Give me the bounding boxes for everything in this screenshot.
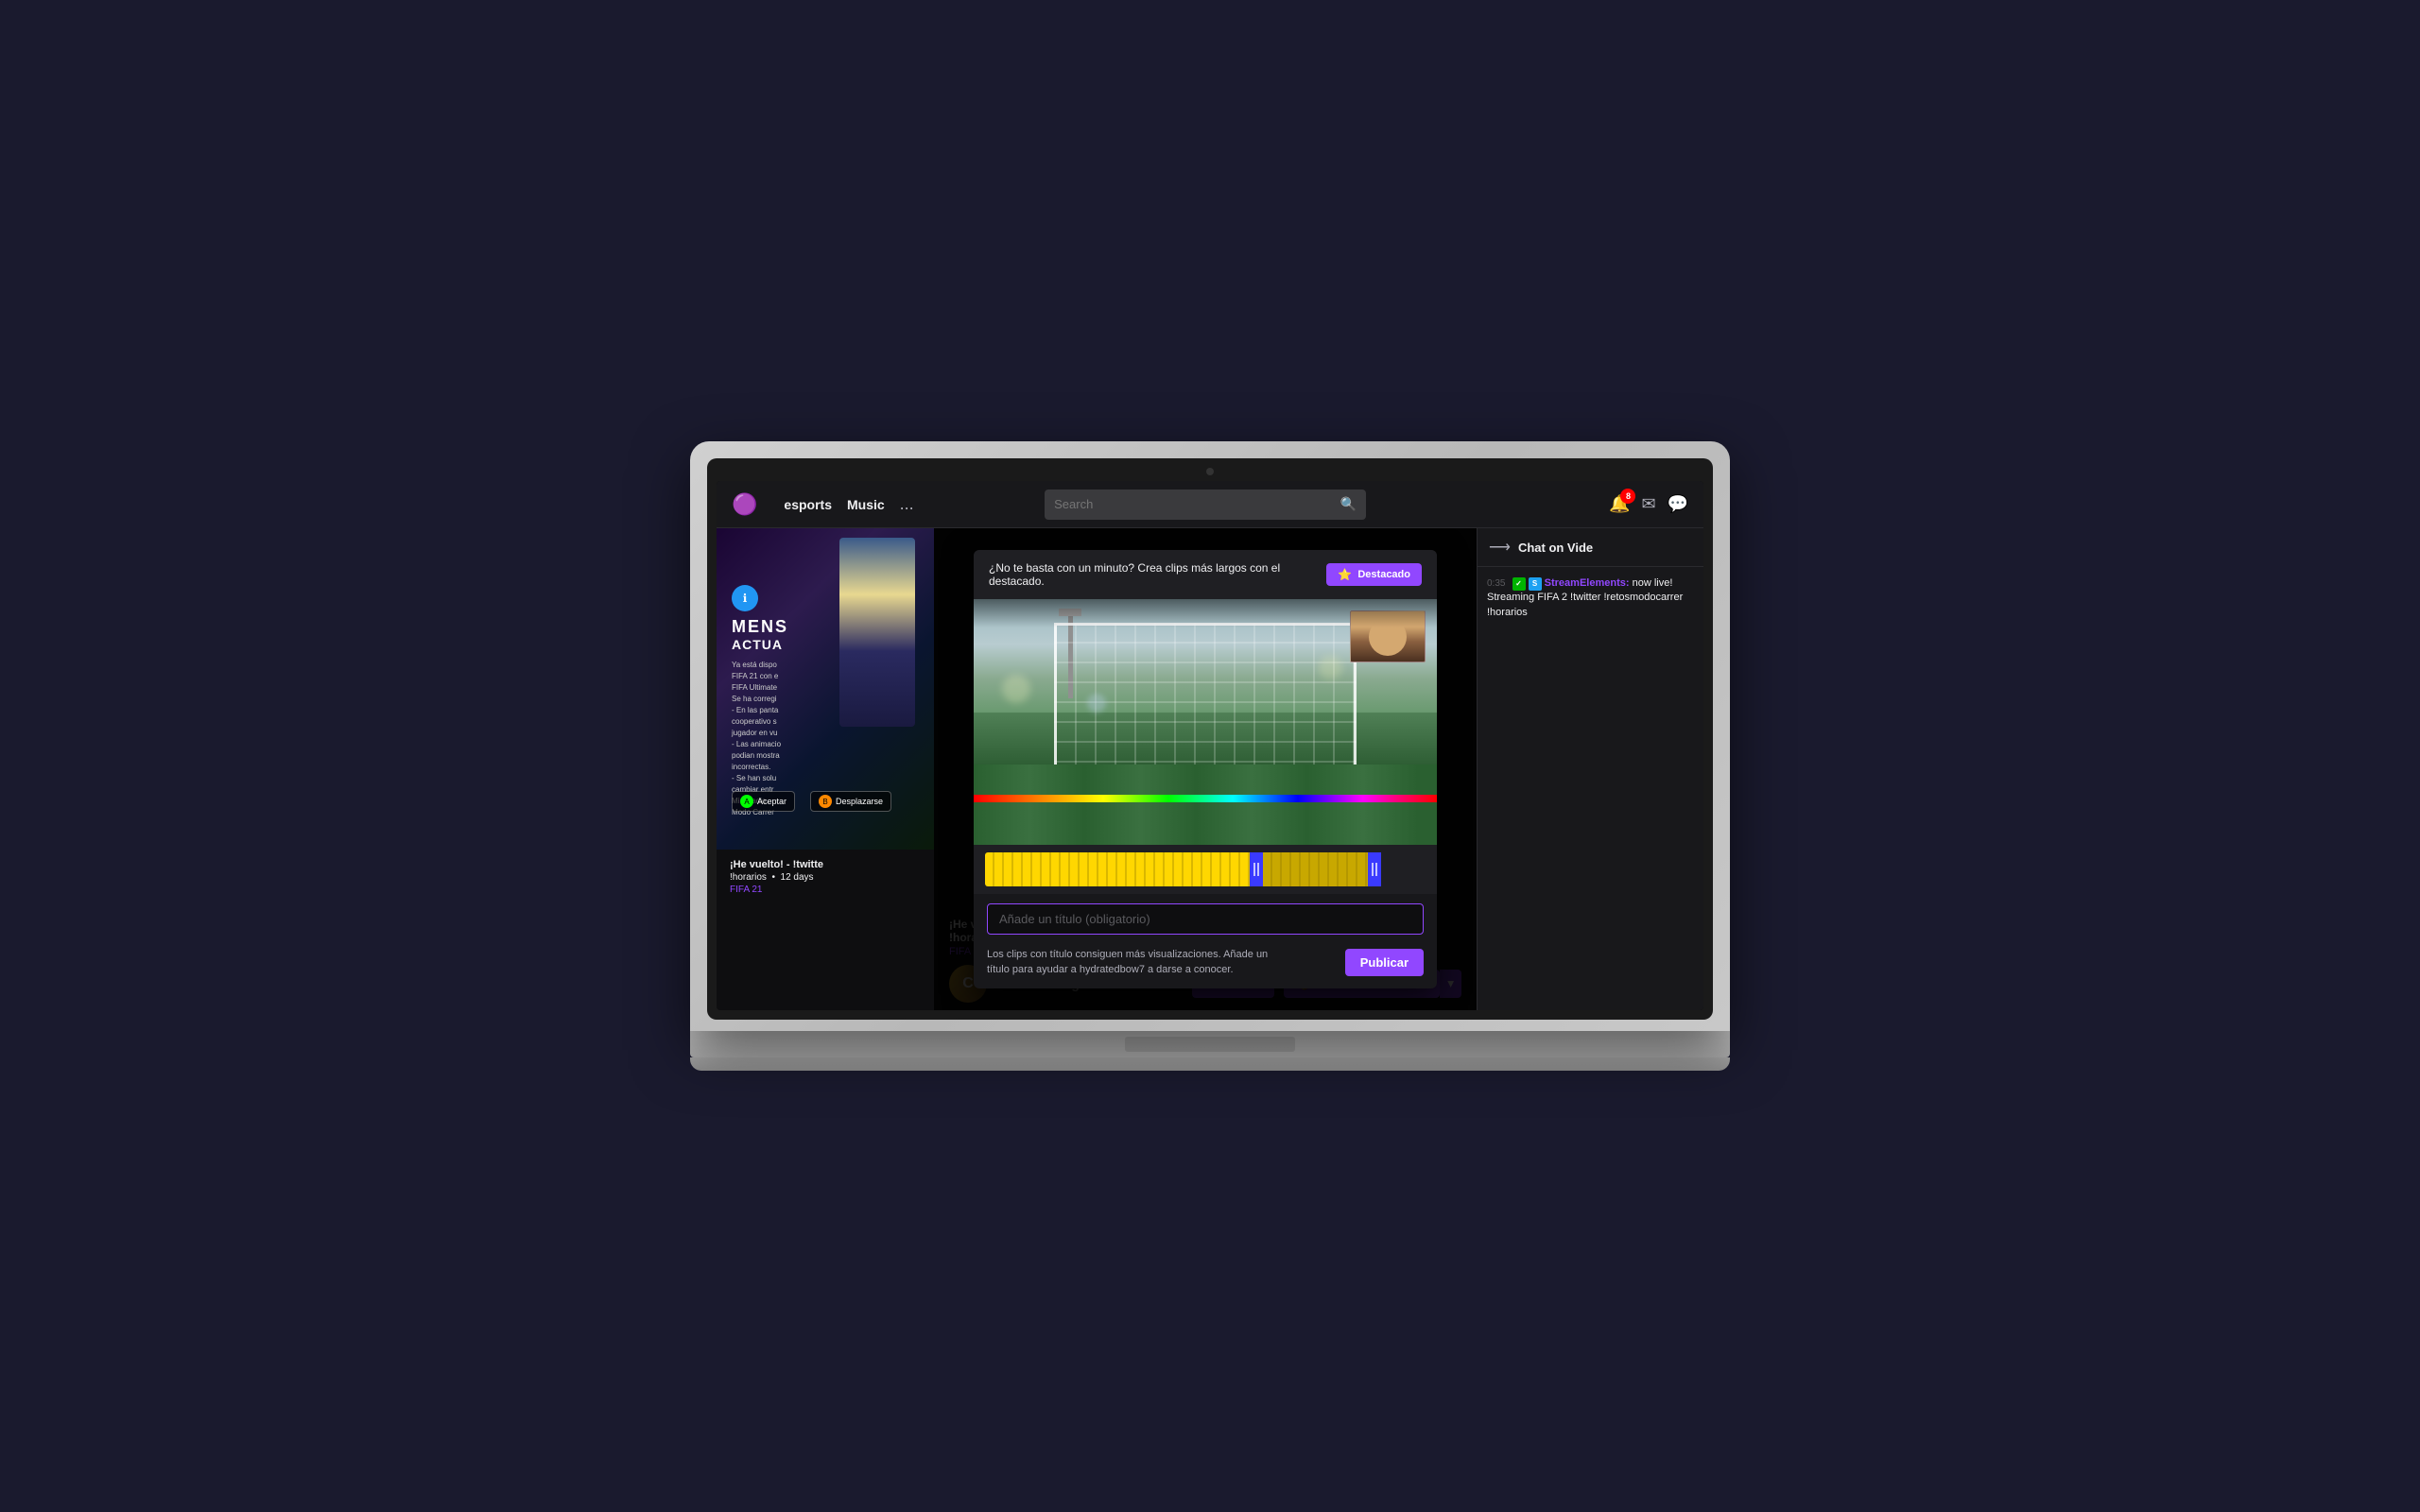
overlay-title: MENS — [732, 617, 788, 637]
clip-title-section — [974, 894, 1437, 940]
overlay-icon: ℹ — [732, 585, 758, 611]
nav-link-esports[interactable]: esports — [784, 497, 832, 512]
overlay-subtitle: ACTUA — [732, 637, 788, 652]
rainbow-bar — [974, 795, 1437, 802]
laptop-bottom — [690, 1057, 1730, 1071]
move-control-btn[interactable]: B Desplazarse — [810, 791, 891, 812]
stream-elements-badge-green: ✓ — [1512, 577, 1526, 591]
timeline-handle-right[interactable] — [1368, 852, 1381, 886]
sidebar-stream-subtitle: !horarios • 12 days — [730, 872, 921, 883]
sidebar-stream-title: ¡He vuelto! - !twitte — [730, 859, 921, 870]
whispers-button[interactable]: 💬 — [1668, 494, 1688, 514]
clip-publish-hint: Los clips con título consiguen más visua… — [987, 948, 1270, 977]
video-dark-overlay — [974, 599, 1437, 627]
clip-title-input[interactable] — [987, 903, 1424, 935]
timeline-handle-left[interactable] — [1250, 852, 1263, 886]
clip-modal: ¿No te basta con un minuto? Crea clips m… — [974, 550, 1437, 988]
laptop-screen-bezel: 🟣 esports Music ... 🔍 🔔 — [707, 458, 1713, 1020]
destacado-label: Destacado — [1357, 569, 1410, 580]
chat-message: 0:35 ✓ S StreamElements: now live! Strea… — [1487, 576, 1694, 620]
twitch-app: 🟣 esports Music ... 🔍 🔔 — [717, 481, 1703, 1010]
timeline-yellow-left — [985, 852, 1250, 886]
overlay-icon-label: ℹ — [743, 592, 748, 605]
left-sidebar: ℹ MENS ACTUA Ya está dispoFIFA 21 con eF… — [717, 528, 934, 1010]
player-figure — [839, 538, 915, 727]
laptop-screen: 🟣 esports Music ... 🔍 🔔 — [717, 481, 1703, 1010]
nav-more-button[interactable]: ... — [900, 494, 914, 514]
top-nav: 🟣 esports Music ... 🔍 🔔 — [717, 481, 1703, 528]
main-area: ℹ MENS ACTUA Ya está dispoFIFA 21 con eF… — [717, 528, 1703, 1010]
chat-message-time: 0:35 — [1487, 578, 1505, 589]
nav-actions: 🔔 8 ✉ 💬 — [1609, 494, 1688, 514]
timeline-selected — [1263, 852, 1369, 886]
clip-video-area — [974, 599, 1437, 845]
accept-label: Aceptar — [757, 797, 786, 806]
accept-control-btn[interactable]: A Aceptar — [732, 791, 795, 812]
chat-title: Chat on Vide — [1518, 541, 1593, 555]
chat-header: ⟶ Chat on Vide — [1478, 528, 1703, 567]
inbox-button[interactable]: ✉ — [1641, 494, 1655, 514]
notification-badge: 8 — [1620, 489, 1635, 504]
move-circle-icon: B — [819, 795, 832, 808]
laptop-trackpad — [1125, 1037, 1295, 1052]
move-label: Desplazarse — [836, 797, 883, 806]
stream-preview-bg: ℹ MENS ACTUA Ya está dispoFIFA 21 con eF… — [717, 528, 934, 850]
player-silhouette — [839, 538, 915, 727]
clip-timeline — [974, 845, 1437, 894]
clip-modal-header: ¿No te basta con un minuto? Crea clips m… — [974, 550, 1437, 599]
laptop-base — [690, 1031, 1730, 1057]
stream-overlay-text: ℹ MENS ACTUA Ya está dispoFIFA 21 con eF… — [732, 585, 788, 818]
laptop-camera — [1206, 468, 1214, 475]
laptop-shell: 🟣 esports Music ... 🔍 🔔 — [690, 441, 1730, 1071]
stream-preview: ℹ MENS ACTUA Ya está dispoFIFA 21 con eF… — [717, 528, 934, 1010]
clip-header-text: ¿No te basta con un minuto? Crea clips m… — [989, 561, 1326, 588]
destacado-icon: ⭐ — [1338, 568, 1352, 581]
clip-publish-row: Los clips con título consiguen más visua… — [974, 940, 1437, 988]
sidebar-stream-game: FIFA 21 — [730, 885, 921, 895]
notifications-button[interactable]: 🔔 8 — [1609, 494, 1630, 514]
timeline-bar — [985, 852, 1426, 886]
video-background — [974, 599, 1437, 845]
destacado-button[interactable]: ⭐ Destacado — [1326, 563, 1422, 586]
publish-button[interactable]: Publicar — [1345, 949, 1424, 976]
chat-messages: 0:35 ✓ S StreamElements: now live! Strea… — [1478, 567, 1703, 1010]
sidebar-stream-info: ¡He vuelto! - !twitte !horarios • 12 day… — [717, 850, 934, 904]
stream-controls: A Aceptar B Desplazarse — [732, 791, 891, 812]
chat-expand-button[interactable]: ⟶ — [1489, 538, 1511, 557]
center-content: ¿No te basta con un minuto? Crea clips m… — [934, 528, 1477, 1010]
chat-username: StreamElements: — [1545, 577, 1630, 589]
nav-links: esports Music ... — [784, 494, 913, 514]
accept-circle-icon: A — [740, 795, 753, 808]
twitch-logo[interactable]: 🟣 — [732, 492, 757, 517]
right-chat-panel: ⟶ Chat on Vide 0:35 ✓ S StreamElements: … — [1477, 528, 1703, 1010]
laptop-body: 🟣 esports Music ... 🔍 🔔 — [690, 441, 1730, 1031]
clip-modal-overlay: ¿No te basta con un minuto? Crea clips m… — [934, 528, 1477, 1010]
stream-elements-badge-blue: S — [1529, 577, 1542, 591]
search-input[interactable] — [1054, 497, 1340, 511]
search-icon: 🔍 — [1340, 496, 1357, 512]
search-bar: 🔍 — [1045, 490, 1366, 520]
nav-link-music[interactable]: Music — [847, 497, 885, 512]
